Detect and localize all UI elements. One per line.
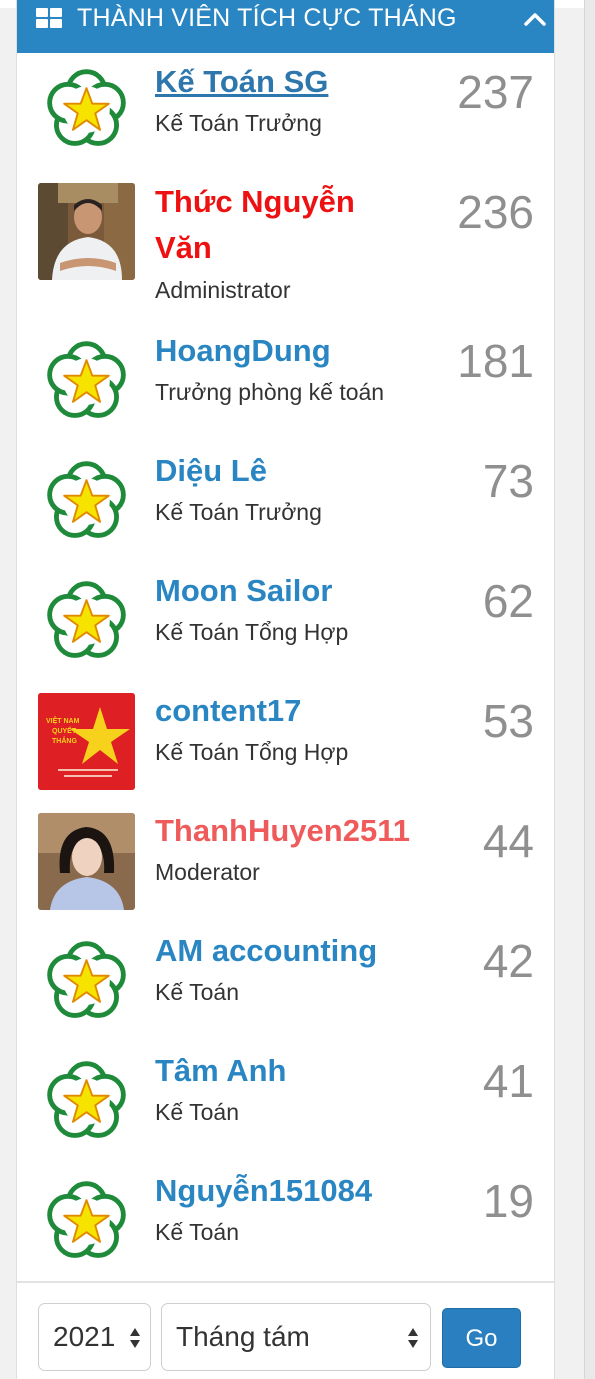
post-count: 62: [482, 575, 534, 627]
svg-text:VIỆT NAM: VIỆT NAM: [46, 716, 80, 725]
grid-icon: [36, 8, 63, 30]
member-role: Kế Toán Tổng Hợp: [155, 739, 349, 765]
member-name-link[interactable]: Moon Sailor: [155, 568, 445, 614]
post-count: 236: [457, 186, 534, 238]
photo-avatar[interactable]: [38, 183, 135, 280]
member-name-link[interactable]: Tâm Anh: [155, 1048, 445, 1094]
member-role: Kế Toán: [155, 979, 239, 1005]
post-count: 53: [482, 695, 534, 747]
member-role: Moderator: [155, 859, 260, 885]
post-count: 19: [482, 1175, 534, 1227]
chevron-up-icon[interactable]: [522, 6, 548, 32]
svg-text:THẮNG: THẮNG: [52, 736, 77, 745]
member-name-link[interactable]: ThanhHuyen2511: [155, 808, 455, 854]
post-count: 237: [457, 66, 534, 118]
panel-header[interactable]: THÀNH VIÊN TÍCH CỰC THÁNG: [17, 0, 554, 53]
go-button[interactable]: Go: [442, 1308, 521, 1368]
default-star-avatar[interactable]: [38, 61, 135, 158]
member-role: Administrator: [155, 277, 291, 303]
year-select[interactable]: 2021: [38, 1303, 151, 1371]
default-star-avatar[interactable]: [38, 933, 135, 1030]
default-star-avatar[interactable]: [38, 333, 135, 430]
member-name-link[interactable]: content17: [155, 688, 445, 734]
member-name-link[interactable]: Kế Toán SG: [155, 59, 445, 105]
post-count: 44: [482, 815, 534, 867]
post-count: 41: [482, 1055, 534, 1107]
default-star-avatar[interactable]: [38, 1173, 135, 1270]
member-name-link[interactable]: HoangDung: [155, 328, 445, 374]
default-star-avatar[interactable]: [38, 453, 135, 550]
month-select[interactable]: Tháng tám: [161, 1303, 431, 1371]
month-select-value: Tháng tám: [176, 1321, 310, 1352]
page-edge: [584, 0, 595, 1379]
default-star-avatar[interactable]: [38, 1053, 135, 1150]
photo-avatar[interactable]: [38, 813, 135, 910]
select-arrows-icon: [130, 1328, 140, 1348]
member-role: Kế Toán: [155, 1099, 239, 1125]
post-count: 42: [482, 935, 534, 987]
divider: [17, 1281, 554, 1283]
member-role: Trưởng phòng kế toán: [155, 379, 385, 405]
post-count: 73: [482, 455, 534, 507]
member-name-link[interactable]: AM accounting: [155, 928, 445, 974]
active-members-panel: THÀNH VIÊN TÍCH CỰC THÁNG Kế Toán SG Kế …: [16, 0, 555, 1379]
member-role: Kế Toán Tổng Hợp: [155, 619, 349, 645]
year-select-value: 2021: [53, 1321, 116, 1352]
member-name-link[interactable]: Nguyễn151084: [155, 1168, 445, 1214]
member-role: Kế Toán: [155, 1219, 239, 1245]
default-star-avatar[interactable]: [38, 573, 135, 670]
member-role: Kế Toán Trưởng: [155, 110, 322, 136]
member-role: Kế Toán Trưởng: [155, 499, 322, 525]
member-name-link[interactable]: Thức Nguyễn Văn: [155, 179, 415, 271]
member-name-link[interactable]: Diệu Lê: [155, 448, 445, 494]
panel-title: THÀNH VIÊN TÍCH CỰC THÁNG: [77, 4, 457, 32]
post-count: 181: [457, 335, 534, 387]
flag-avatar[interactable]: VIỆT NAM QUYẾT THẮNG: [38, 693, 135, 790]
select-arrows-icon: [408, 1328, 418, 1348]
